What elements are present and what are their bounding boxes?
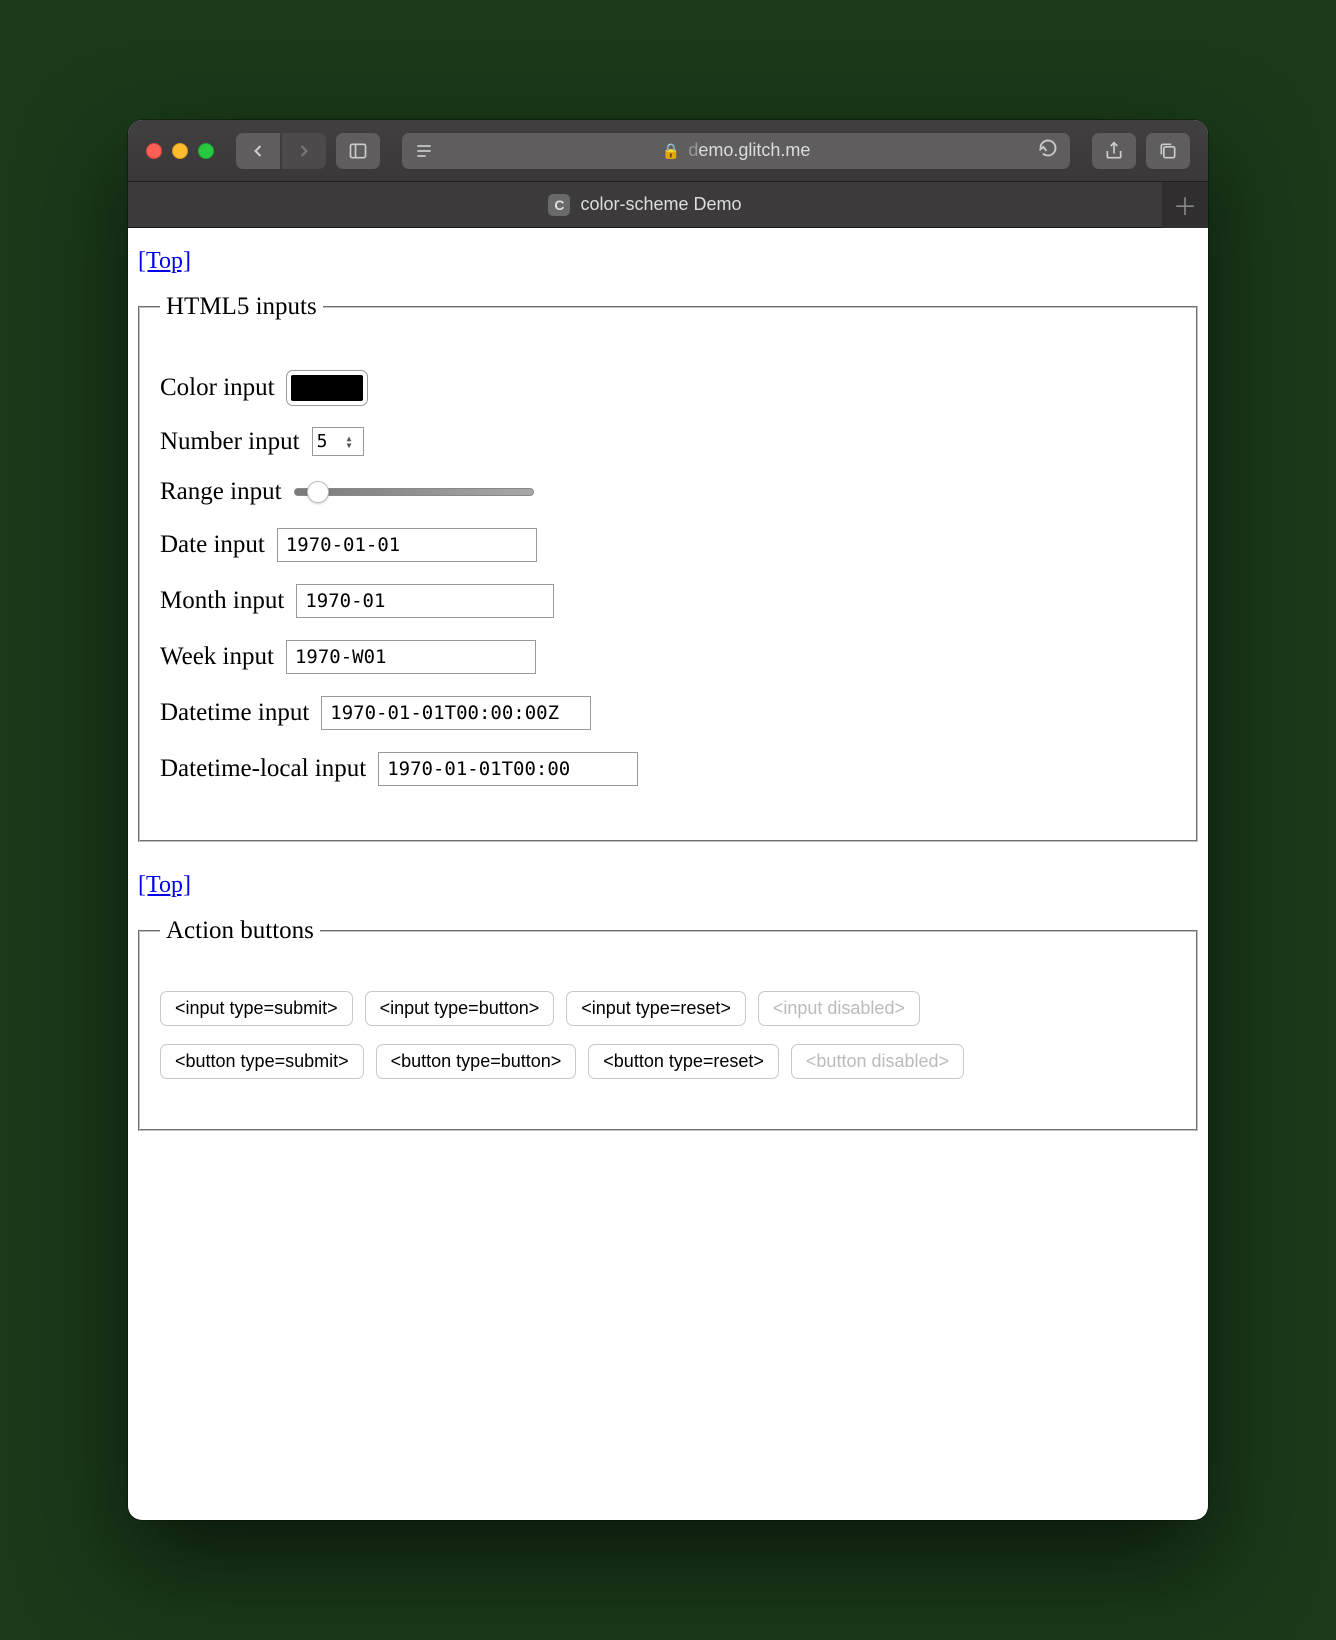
week-input[interactable] [286,640,536,674]
sidebar-icon [348,141,368,161]
range-label: Range input [160,478,282,506]
nav-buttons [236,133,326,169]
maximize-window-button[interactable] [198,143,214,159]
range-track [294,488,534,496]
datetime-local-row: Datetime-local input [160,752,1176,786]
share-icon [1104,141,1124,161]
input-button-button[interactable]: <input type=button> [365,991,555,1026]
button-disabled-button: <button disabled> [791,1044,964,1079]
window-controls [146,143,214,159]
reload-icon [1038,138,1058,158]
minimize-window-button[interactable] [172,143,188,159]
button-submit-button[interactable]: <button type=submit> [160,1044,364,1079]
datetime-input[interactable] [321,696,591,730]
html5-legend: HTML5 inputs [160,293,323,321]
chevron-right-icon [294,141,314,161]
input-buttons-row: <input type=submit> <input type=button> … [160,991,1176,1026]
actions-legend: Action buttons [160,917,320,945]
range-thumb[interactable] [307,481,329,503]
forward-button[interactable] [282,133,326,169]
browser-toolbar: 🔒 ddemo.glitch.meemo.glitch.me [128,120,1208,182]
week-label: Week input [160,643,274,671]
html5-inputs-fieldset: HTML5 inputs Color input Number input 5 … [138,293,1198,842]
datetime-row: Datetime input [160,696,1176,730]
number-row: Number input 5 ▲▼ [160,427,1176,456]
share-button[interactable] [1092,133,1136,169]
color-row: Color input [160,371,1176,405]
reader-icon [414,141,434,161]
url-text: ddemo.glitch.meemo.glitch.me [688,140,810,161]
datetime-local-label: Datetime-local input [160,755,366,783]
number-stepper[interactable]: ▲▼ [347,435,359,449]
month-row: Month input [160,584,1176,618]
date-input[interactable] [277,528,537,562]
number-input[interactable]: 5 ▲▼ [312,427,364,456]
month-input[interactable] [296,584,554,618]
top-link[interactable]: [Top] [138,248,1198,275]
button-button-button[interactable]: <button type=button> [376,1044,577,1079]
number-value: 5 [317,431,328,452]
step-down-icon: ▼ [347,442,359,449]
tab-title: color-scheme Demo [580,194,741,215]
close-window-button[interactable] [146,143,162,159]
tabs-icon [1158,141,1178,161]
back-button[interactable] [236,133,280,169]
top-link-2[interactable]: [Top] [138,872,1198,899]
datetime-label: Datetime input [160,699,309,727]
week-row: Week input [160,640,1176,674]
reload-button[interactable] [1038,138,1058,163]
new-tab-button[interactable]: ＋ [1162,182,1208,228]
tab-bar: C color-scheme Demo ＋ [128,182,1208,228]
range-row: Range input [160,478,1176,506]
tabs-overview-button[interactable] [1146,133,1190,169]
number-label: Number input [160,428,300,456]
date-row: Date input [160,528,1176,562]
date-label: Date input [160,531,265,559]
plus-icon: ＋ [1173,187,1197,222]
input-submit-button[interactable]: <input type=submit> [160,991,353,1026]
color-input[interactable] [287,371,367,405]
reader-mode-button[interactable] [406,137,442,165]
input-disabled-button: <input disabled> [758,991,920,1026]
browser-window: 🔒 ddemo.glitch.meemo.glitch.me C color-s… [128,120,1208,1520]
button-reset-button[interactable]: <button type=reset> [588,1044,779,1079]
chevron-left-icon [248,141,268,161]
address-bar[interactable]: 🔒 ddemo.glitch.meemo.glitch.me [402,133,1070,169]
datetime-local-input[interactable] [378,752,638,786]
button-buttons-row: <button type=submit> <button type=button… [160,1044,1176,1079]
lock-icon: 🔒 [662,142,681,160]
month-label: Month input [160,587,284,615]
page-content[interactable]: [Top] HTML5 inputs Color input Number in… [128,228,1208,1520]
browser-tab[interactable]: C color-scheme Demo [128,182,1162,227]
range-input[interactable] [294,484,534,500]
action-buttons-fieldset: Action buttons <input type=submit> <inpu… [138,917,1198,1131]
favicon: C [548,194,570,216]
input-reset-button[interactable]: <input type=reset> [566,991,746,1026]
sidebar-toggle-button[interactable] [336,133,380,169]
color-label: Color input [160,374,275,402]
